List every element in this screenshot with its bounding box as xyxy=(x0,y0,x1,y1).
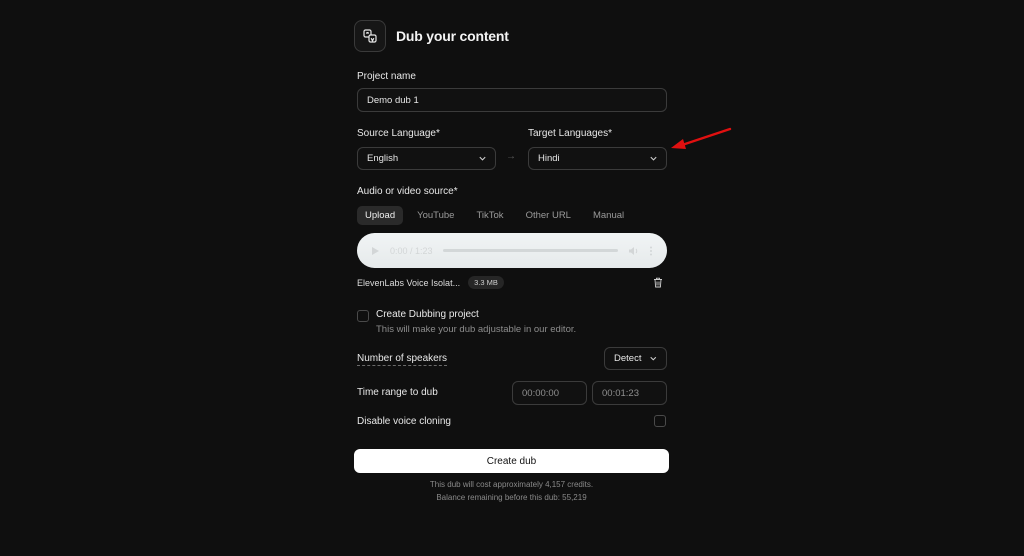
dubbing-project-title: Create Dubbing project xyxy=(376,309,479,320)
time-range-end-value: 00:01:23 xyxy=(602,387,639,399)
dubbing-project-checkbox[interactable] xyxy=(357,310,369,322)
cost-text: This dub will cost approximately 4,157 c… xyxy=(429,480,594,489)
tab-tiktok[interactable]: TikTok xyxy=(468,206,511,225)
balance-text: Balance remaining before this dub: 55,21… xyxy=(436,493,587,502)
audio-player: 0:00 / 1:23 xyxy=(357,233,667,268)
tab-youtube[interactable]: YouTube xyxy=(409,206,462,225)
tab-upload[interactable]: Upload xyxy=(357,206,404,225)
time-range-end-input[interactable]: 00:01:23 xyxy=(592,381,667,405)
project-name-input[interactable]: Demo dub 1 xyxy=(357,88,667,112)
time-range-label: Time range to dub xyxy=(357,387,438,398)
speakers-label: Number of speakers xyxy=(357,353,448,366)
project-name-value: Demo dub 1 xyxy=(367,94,419,106)
voice-cloning-label: Disable voice cloning xyxy=(357,416,451,427)
file-size-badge: 3.3 MB xyxy=(468,276,504,289)
tab-other-url[interactable]: Other URL xyxy=(518,206,579,225)
time-range-start-value: 00:00:00 xyxy=(522,387,559,399)
voice-cloning-checkbox[interactable] xyxy=(654,415,666,427)
trash-icon[interactable] xyxy=(653,277,663,288)
language-arrow: → xyxy=(506,151,516,162)
player-time: 0:00 / 1:23 xyxy=(390,245,433,256)
annotation-arrow-icon xyxy=(671,127,732,149)
file-info: ElevenLabs Voice Isolat... 3.3 MB xyxy=(357,276,504,289)
speakers-value: Detect xyxy=(614,353,642,364)
translate-icon-box xyxy=(354,20,386,52)
source-tabs: Upload YouTube TikTok Other URL Manual xyxy=(357,206,638,225)
target-language-value: Hindi xyxy=(538,153,560,164)
source-language-select[interactable]: English xyxy=(357,147,496,170)
dubbing-project-subtitle: This will make your dub adjustable in ou… xyxy=(376,324,577,335)
target-language-select[interactable]: Hindi xyxy=(528,147,667,170)
volume-icon[interactable] xyxy=(628,246,639,256)
source-language-value: English xyxy=(367,153,399,164)
chevron-down-icon xyxy=(650,156,657,161)
create-dub-button[interactable]: Create dub xyxy=(354,449,669,473)
source-language-label: Source Language* xyxy=(357,128,440,139)
page-title: Dub your content xyxy=(396,28,509,44)
player-progress[interactable] xyxy=(442,249,618,252)
translate-icon xyxy=(363,29,377,43)
play-icon[interactable] xyxy=(371,246,380,256)
tab-manual[interactable]: Manual xyxy=(585,206,632,225)
chevron-down-icon xyxy=(650,356,657,361)
project-name-label: Project name xyxy=(357,71,416,82)
chevron-down-icon xyxy=(479,156,486,161)
file-name: ElevenLabs Voice Isolat... xyxy=(357,277,461,288)
time-range-start-input[interactable]: 00:00:00 xyxy=(512,381,587,405)
more-options-icon[interactable] xyxy=(649,246,653,256)
target-language-label: Target Languages* xyxy=(528,128,612,139)
speakers-select[interactable]: Detect xyxy=(604,347,667,370)
speakers-label-text: Number of speakers xyxy=(357,353,448,366)
source-label: Audio or video source* xyxy=(357,186,458,197)
